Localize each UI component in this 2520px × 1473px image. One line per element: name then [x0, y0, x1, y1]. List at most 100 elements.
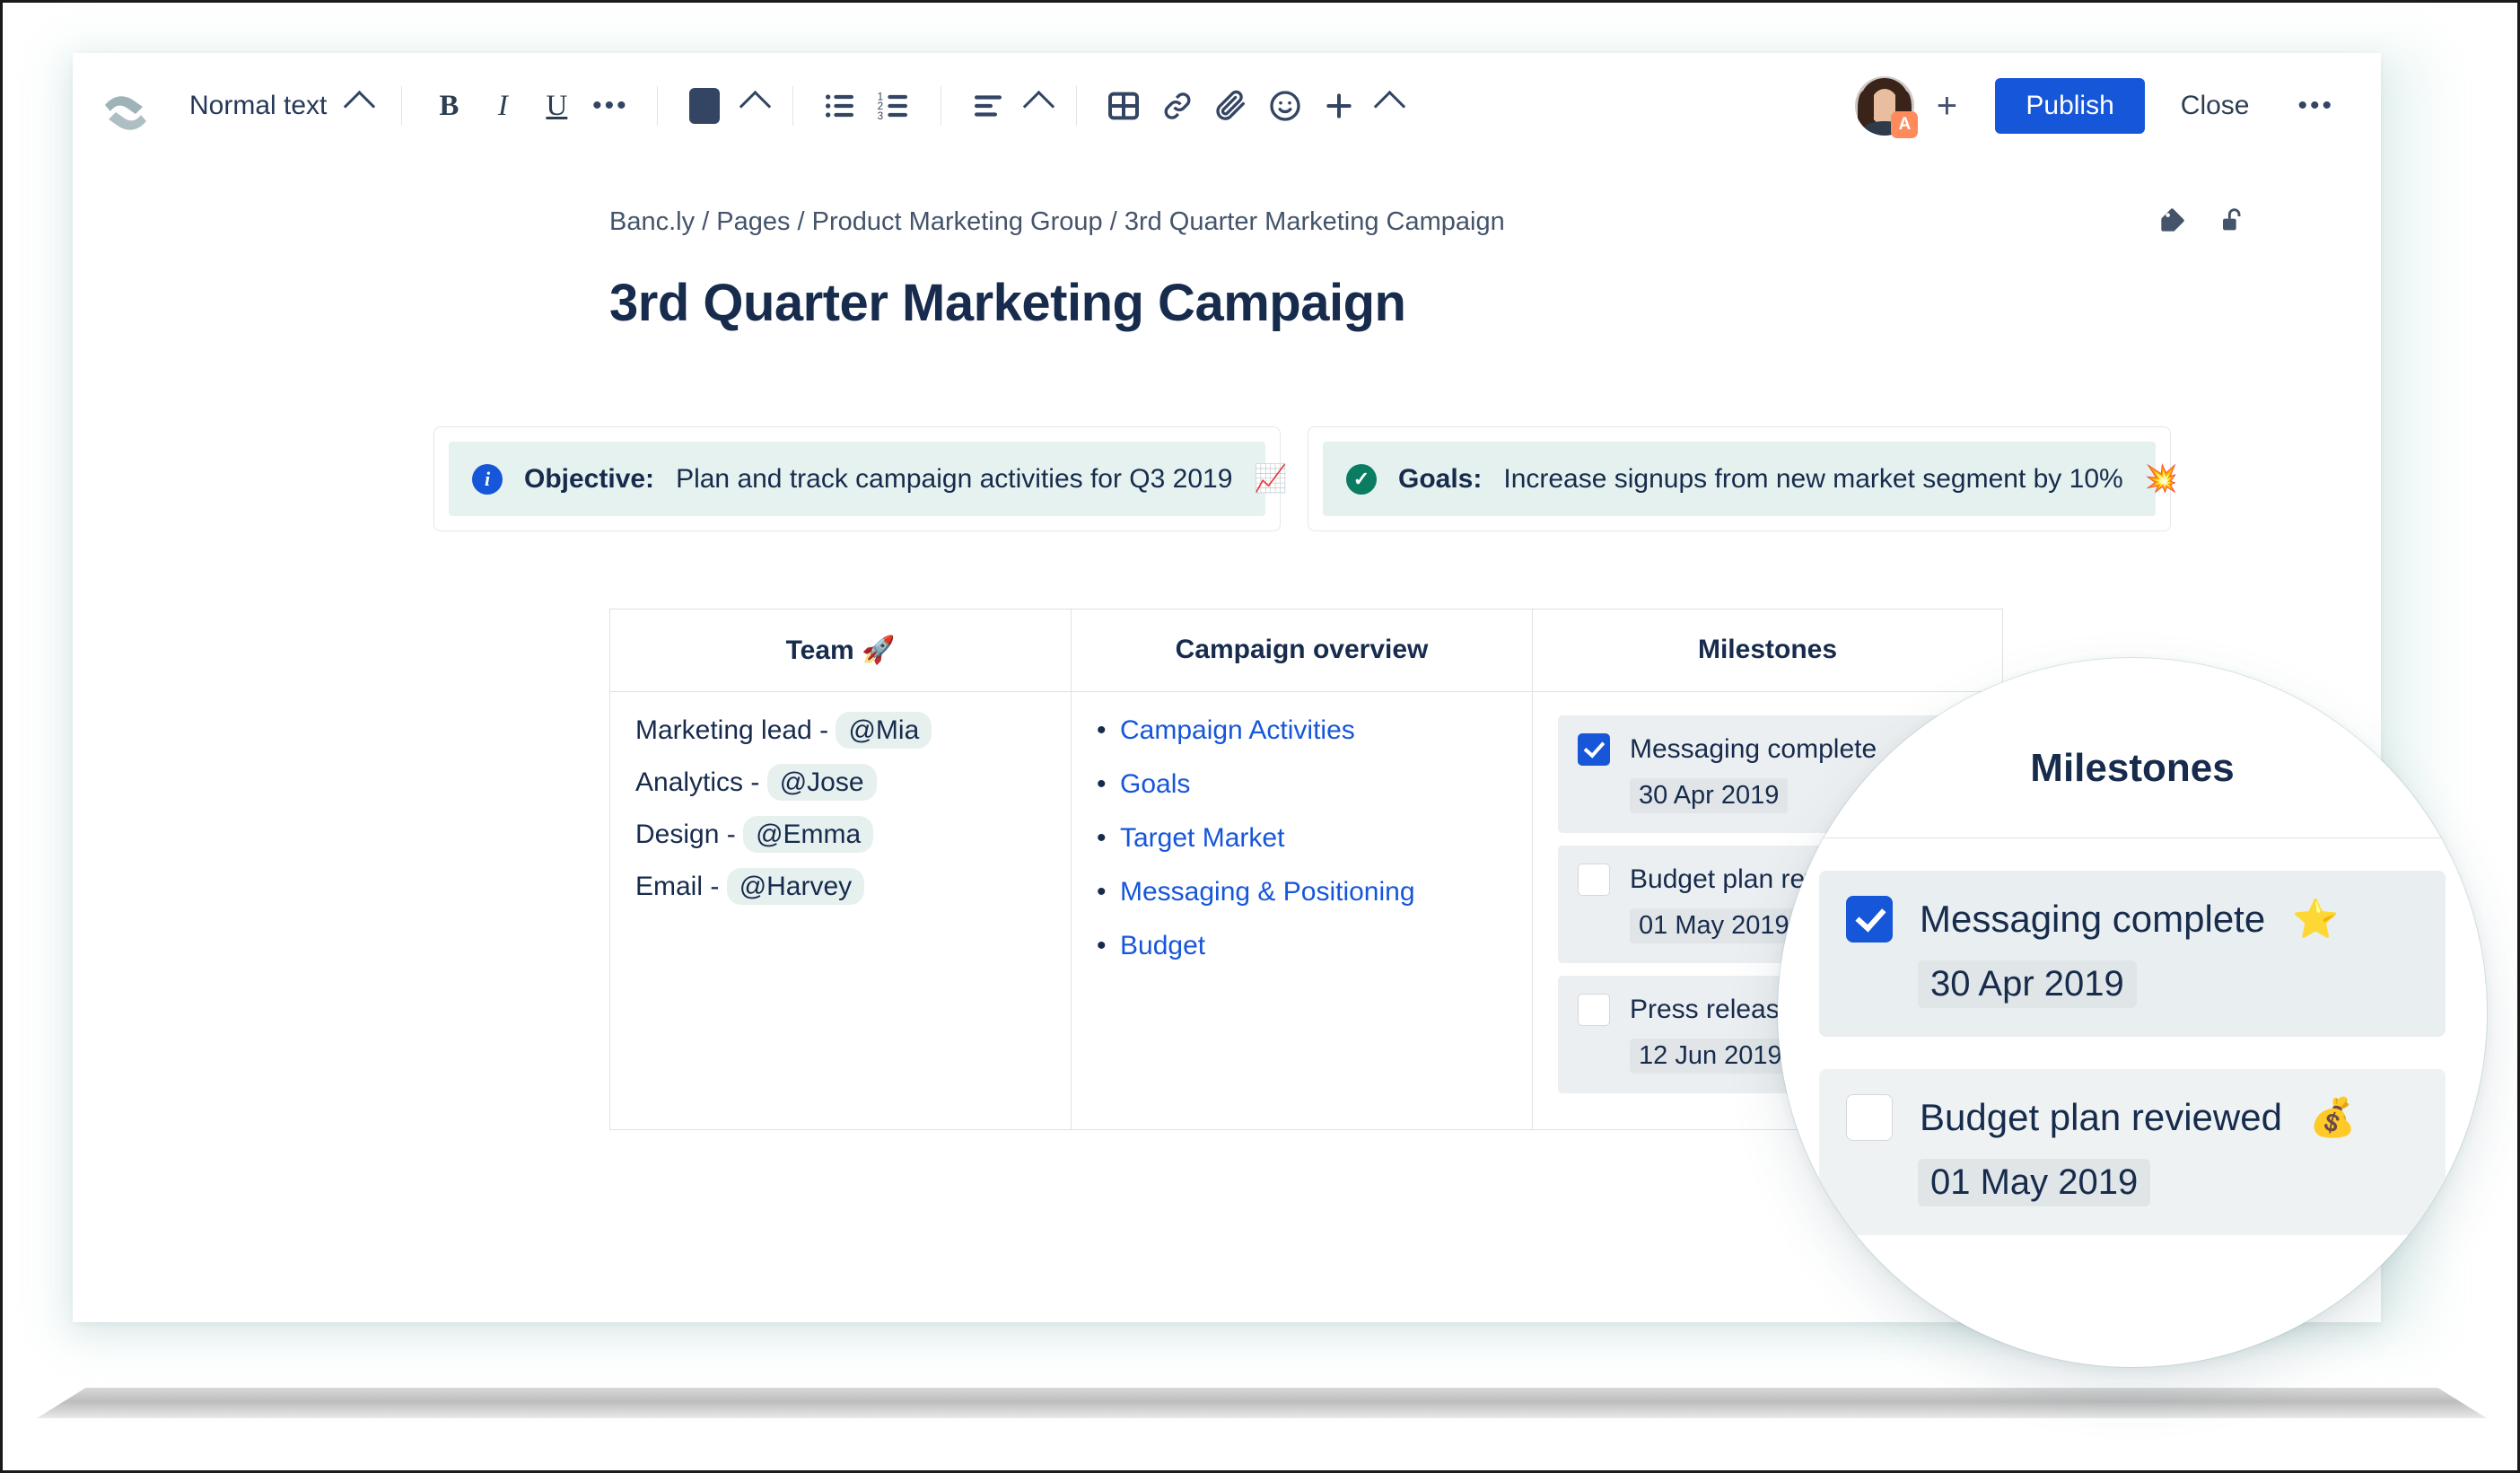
align-left-icon	[975, 95, 1002, 117]
mention-chip[interactable]: @Mia	[836, 712, 932, 749]
goals-panel-body: ✓ Goals: Increase signups from new marke…	[1323, 442, 2178, 516]
text-style-group: Normal text	[179, 83, 381, 128]
milestone-date[interactable]: 30 Apr 2019	[1630, 778, 1789, 813]
objective-panel-body: i Objective: Plan and track campaign act…	[449, 442, 1288, 516]
unlock-icon[interactable]	[2218, 206, 2246, 239]
more-options-button[interactable]: •••	[2281, 83, 2350, 128]
bold-button[interactable]: B	[422, 79, 476, 133]
team-member-row: Email - @Harvey	[635, 868, 1046, 905]
align-left-button[interactable]	[961, 79, 1015, 133]
chevron-up-icon	[344, 90, 376, 122]
chevron-up-icon	[1373, 90, 1406, 122]
underline-button[interactable]: U	[529, 79, 583, 133]
chart-increasing-emoji: 📈	[1254, 463, 1288, 495]
objective-text: Plan and track campaign activities for Q…	[676, 463, 1233, 494]
insert-table-button[interactable]	[1097, 79, 1151, 133]
insert-emoji-button[interactable]	[1258, 79, 1312, 133]
bullet-list-button[interactable]	[813, 79, 867, 133]
toolbar-divider	[401, 86, 403, 126]
insert-link-button[interactable]	[1151, 79, 1204, 133]
success-check-icon: ✓	[1346, 463, 1377, 495]
goals-label: Goals:	[1398, 463, 1483, 494]
add-collaborator-button[interactable]: +	[1923, 83, 1970, 129]
milestone-date[interactable]: 12 Jun 2019	[1630, 1039, 1791, 1074]
close-button[interactable]: Close	[2157, 78, 2273, 134]
page-title[interactable]: 3rd Quarter Marketing Campaign	[609, 273, 2381, 333]
campaign-overview-cell[interactable]: Campaign Activities Goals Target Market …	[1071, 691, 1533, 1130]
magnifier-divider	[1778, 837, 2487, 838]
magnified-milestone-card[interactable]: Budget plan reviewed 💰 01 May 2019	[1819, 1069, 2446, 1235]
milestone-checkbox[interactable]	[1578, 994, 1610, 1026]
italic-button[interactable]: I	[476, 79, 529, 133]
milestone-checkbox[interactable]	[1578, 864, 1610, 896]
breadcrumb[interactable]: Banc.ly / Pages / Product Marketing Grou…	[609, 207, 1505, 237]
table-header-team[interactable]: Team 🚀	[609, 609, 1072, 692]
screenshot-root: Normal text B I U ••• 1 2 3 A + Publish …	[0, 0, 2520, 1473]
magnified-milestone-title: Budget plan reviewed	[1920, 1096, 2282, 1138]
toolbar-divider	[657, 86, 659, 126]
confluence-logo-icon[interactable]	[73, 82, 179, 130]
insert-more-button[interactable]	[1312, 79, 1366, 133]
goals-panel[interactable]: ✓ Goals: Increase signups from new marke…	[1308, 426, 2178, 531]
insert-dropdown-button[interactable]	[1366, 79, 1407, 133]
magnified-milestone-date[interactable]: 01 May 2019	[1918, 1159, 2151, 1206]
align-dropdown-button[interactable]	[1015, 79, 1056, 133]
milestone-date[interactable]: 01 May 2019	[1630, 908, 1798, 943]
magnifier-content: Milestones Messaging complete ⭐ 30 Apr 2…	[1778, 658, 2487, 1367]
milestone-checkbox[interactable]	[1578, 733, 1610, 766]
text-style-value: Normal text	[189, 91, 328, 120]
avatar[interactable]: A	[1855, 76, 1919, 138]
objective-panel[interactable]: i Objective: Plan and track campaign act…	[433, 426, 1288, 531]
info-icon: i	[472, 463, 503, 495]
team-role-label: Marketing lead -	[635, 715, 829, 745]
campaign-link[interactable]: Messaging & Positioning	[1120, 877, 1415, 907]
mention-chip[interactable]: @Harvey	[726, 868, 865, 905]
magnifier-title: Milestones	[2030, 746, 2235, 790]
text-color-dropdown-button[interactable]	[731, 79, 773, 133]
magnified-milestone-checkbox[interactable]	[1846, 1094, 1893, 1141]
team-member-row: Analytics - @Jose	[635, 764, 1046, 801]
color-swatch-icon	[689, 88, 721, 124]
list-group: 1 2 3	[813, 79, 921, 133]
breadcrumb-row: Banc.ly / Pages / Product Marketing Grou…	[609, 159, 2246, 239]
campaign-link[interactable]: Goals	[1120, 769, 1190, 799]
team-role-label: Email -	[635, 872, 720, 901]
magnified-milestone-card[interactable]: Messaging complete ⭐ 30 Apr 2019	[1819, 871, 2446, 1037]
toolbar-divider	[792, 86, 794, 126]
page-actions	[2158, 206, 2246, 239]
objective-label: Objective:	[524, 463, 655, 494]
list-item: Goals	[1097, 769, 1507, 800]
list-item: Budget	[1097, 931, 1507, 961]
money-bag-emoji: 💰	[2308, 1095, 2357, 1139]
team-member-row: Marketing lead - @Mia	[635, 712, 1046, 749]
campaign-link[interactable]: Target Market	[1120, 823, 1284, 853]
magnified-milestone-title: Messaging complete	[1920, 898, 2266, 940]
campaign-link[interactable]: Budget	[1120, 931, 1205, 960]
magnified-milestone-checkbox[interactable]	[1846, 896, 1893, 943]
star-emoji: ⭐	[2292, 897, 2340, 941]
insert-attachment-button[interactable]	[1204, 79, 1258, 133]
team-member-row: Design - @Emma	[635, 816, 1046, 853]
numbered-list-button[interactable]: 1 2 3	[867, 79, 921, 133]
magnified-milestone-header: Budget plan reviewed 💰	[1846, 1094, 2419, 1141]
text-color-button[interactable]	[678, 79, 731, 133]
more-formatting-button[interactable]: •••	[583, 79, 637, 133]
emoji-icon	[1270, 91, 1301, 121]
team-cell[interactable]: Marketing lead - @Mia Analytics - @Jose …	[609, 691, 1072, 1130]
ellipsis-icon: •••	[2297, 91, 2334, 120]
magnified-milestone-date[interactable]: 30 Apr 2019	[1918, 960, 2137, 1008]
collision-emoji: 💥	[2144, 463, 2179, 495]
info-panels: i Objective: Plan and track campaign act…	[433, 426, 2381, 531]
mention-chip[interactable]: @Emma	[743, 816, 874, 853]
magnified-milestone-header: Messaging complete ⭐	[1846, 896, 2419, 943]
goals-text: Increase signups from new market segment…	[1503, 463, 2123, 494]
formatting-group: B I U •••	[422, 79, 637, 133]
publish-button[interactable]: Publish	[1995, 78, 2145, 134]
campaign-link[interactable]: Campaign Activities	[1120, 715, 1355, 745]
mention-chip[interactable]: @Jose	[766, 764, 877, 801]
table-header-campaign-overview[interactable]: Campaign overview	[1071, 609, 1533, 692]
text-style-select[interactable]: Normal text	[179, 83, 381, 128]
svg-text:3: 3	[878, 110, 883, 122]
link-icon	[1164, 92, 1191, 119]
tag-icon[interactable]	[2158, 206, 2187, 239]
